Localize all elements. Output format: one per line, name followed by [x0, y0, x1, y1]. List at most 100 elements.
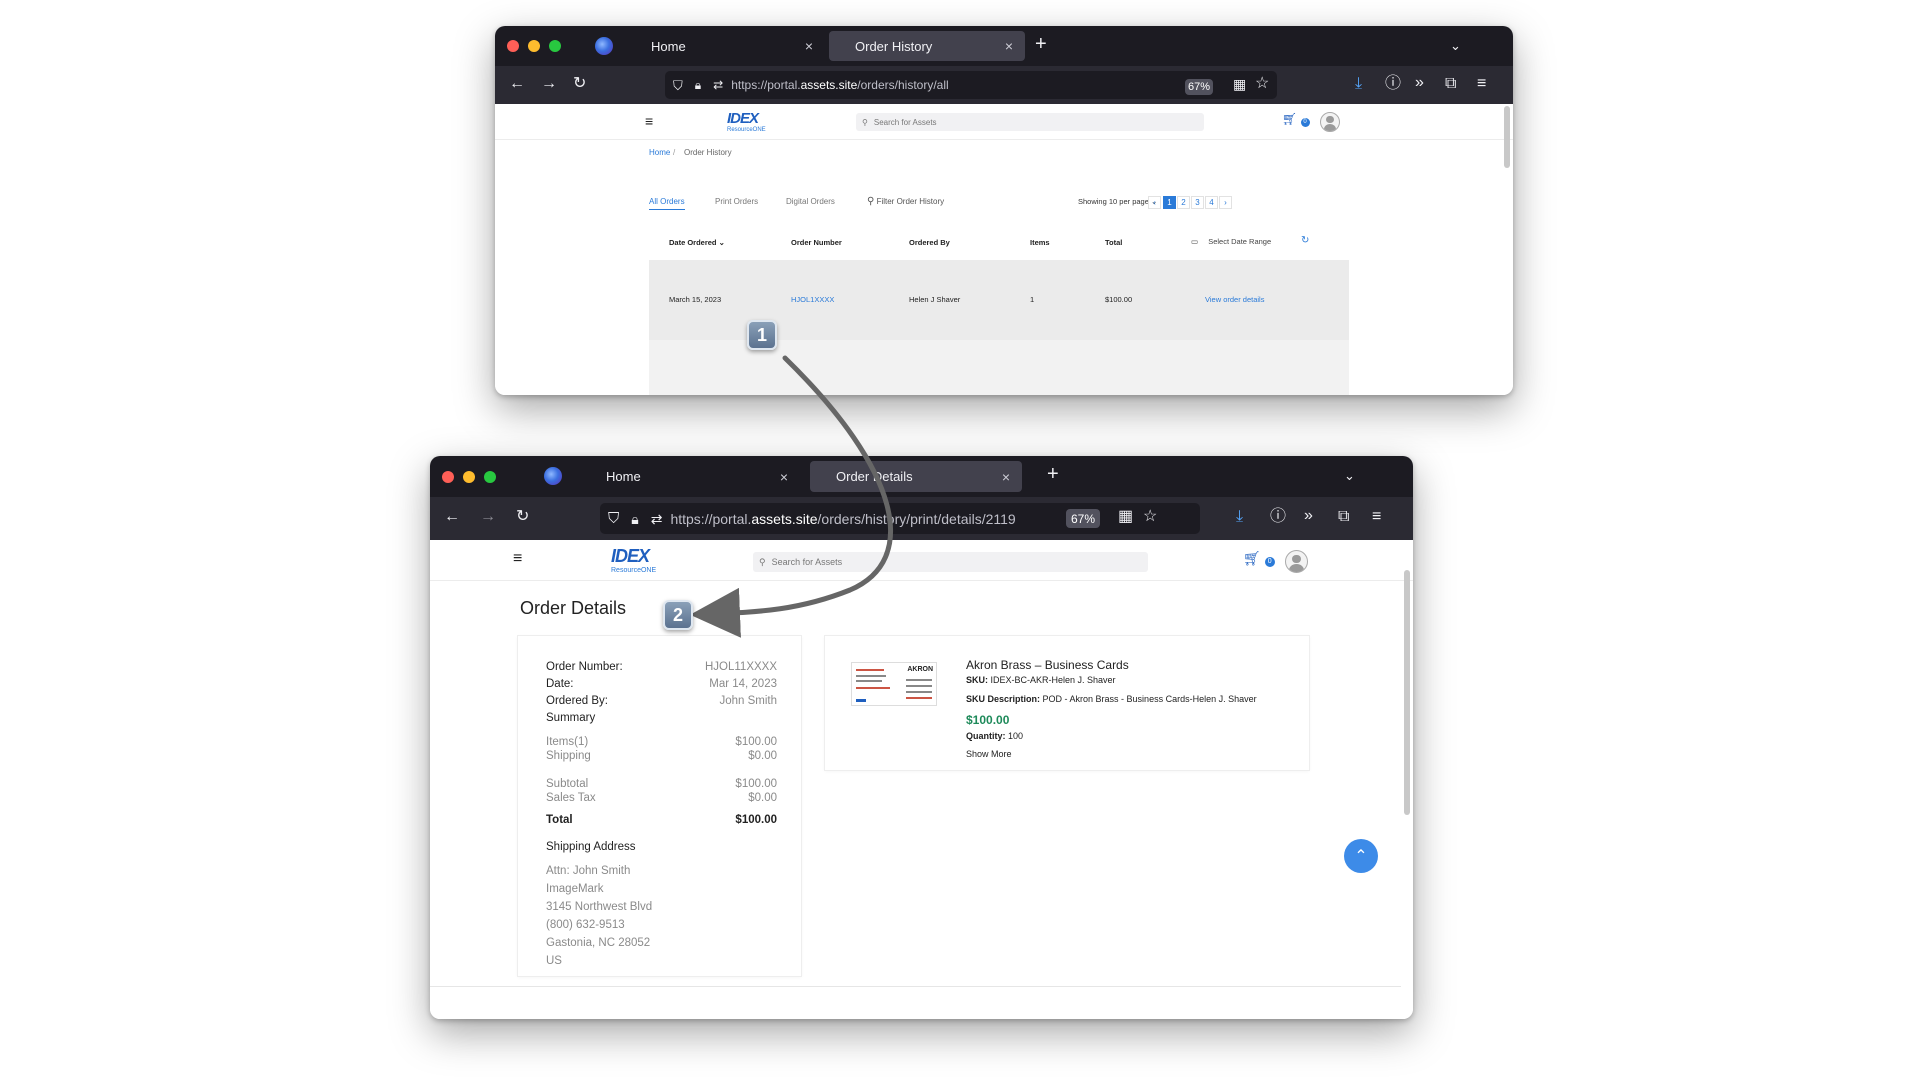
list-tabs-icon[interactable]: ⌄ [1450, 38, 1461, 54]
view-order-details-link[interactable]: View order details [1205, 295, 1264, 304]
page-button[interactable]: 3 [1191, 196, 1204, 209]
cart-button[interactable]: 🛒︎ 0 [1243, 550, 1275, 567]
close-tab-icon[interactable]: × [1002, 469, 1010, 485]
tab-label: Order Details [836, 469, 913, 484]
cell-total: $100.00 [1105, 295, 1133, 304]
site-logo[interactable]: IDEX ResourceONE [727, 110, 766, 133]
filter-label: Filter Order History [876, 197, 945, 206]
more-tools-icon[interactable]: » [1304, 508, 1313, 524]
calendar-icon: ▭ [1191, 237, 1199, 246]
menu-icon[interactable]: ≡ [1372, 509, 1381, 525]
new-tab-button[interactable]: + [1035, 33, 1047, 56]
total-label: Total [546, 814, 573, 826]
tab-print-orders[interactable]: Print Orders [715, 197, 758, 206]
refresh-icon[interactable]: ↻ [1301, 235, 1309, 246]
hamburger-icon[interactable]: ≡ [645, 113, 653, 129]
logo-text: IDEX [727, 110, 759, 127]
forward-icon[interactable]: → [541, 76, 557, 92]
hamburger-icon[interactable]: ≡ [513, 550, 522, 568]
shield-icon[interactable]: ⛉ [673, 79, 683, 92]
address-bar[interactable]: ⛉ 🔒︎ ⇄ https://portal.assets.site/orders… [600, 503, 1200, 534]
qr-code-icon[interactable]: ▦ [1118, 509, 1133, 525]
new-tab-button[interactable]: + [1047, 463, 1059, 486]
zoom-level[interactable]: 67% [1066, 509, 1100, 528]
product-sku-description: SKU Description: POD - Akron Brass - Bus… [966, 694, 1257, 704]
summary-heading: Summary [546, 712, 596, 724]
close-tab-icon[interactable]: × [780, 469, 788, 485]
column-header-order-number: Order Number [791, 238, 842, 247]
reload-icon[interactable]: ↻ [573, 76, 586, 92]
minimize-window-icon[interactable] [528, 40, 540, 52]
page-button[interactable]: 1 [1163, 196, 1176, 209]
minimize-window-icon[interactable] [463, 470, 475, 483]
back-icon[interactable]: ← [444, 509, 460, 525]
maximize-window-icon[interactable] [549, 40, 561, 52]
password-manager-icon[interactable]: ⓘ [1270, 509, 1286, 525]
tab-digital-orders[interactable]: Digital Orders [786, 197, 835, 206]
step-2-badge: 2 [663, 600, 693, 630]
tab-home[interactable]: Home × [625, 31, 825, 61]
per-page-label: Showing 10 per page [1078, 197, 1149, 206]
next-page-button[interactable]: › [1219, 196, 1232, 209]
tab-all-orders[interactable]: All Orders [649, 197, 685, 210]
shield-icon[interactable]: ⛉ [608, 511, 619, 526]
search-input[interactable]: ⚲ Search for Assets [856, 113, 1204, 131]
list-tabs-icon[interactable]: ⌄ [1344, 468, 1355, 484]
menu-icon[interactable]: ≡ [1477, 76, 1486, 92]
zoom-level[interactable]: 67% [1185, 79, 1213, 95]
column-header-date[interactable]: Date Ordered ⌄ [669, 238, 725, 247]
date-value: Mar 14, 2023 [709, 678, 777, 690]
product-card: AKRON Akron Brass – Business Cards SKU: … [825, 636, 1309, 770]
filter-order-history-input[interactable]: ⚲ Filter Order History [867, 196, 944, 207]
per-page-select[interactable]: Showing 10 per page ⌄ [1078, 197, 1157, 206]
maximize-window-icon[interactable] [484, 470, 496, 483]
cell-order-number-link[interactable]: HJOL1XXXX [791, 295, 834, 304]
qr-code-icon[interactable]: ▦ [1233, 77, 1246, 91]
prev-page-button[interactable]: ‹ [1148, 196, 1161, 209]
date-range-picker[interactable]: ▭ Select Date Range [1191, 237, 1271, 246]
firefox-icon[interactable] [595, 37, 613, 55]
back-icon[interactable]: ← [509, 76, 525, 92]
tab-home[interactable]: Home × [580, 461, 800, 492]
tab-order-details[interactable]: Order Details × [810, 461, 1022, 492]
url-text: https://portal.assets.site/orders/histor… [731, 78, 949, 92]
extensions-icon[interactable]: ⧉ [1445, 76, 1456, 92]
avatar[interactable] [1285, 550, 1308, 573]
reload-icon[interactable]: ↻ [516, 509, 529, 525]
search-icon: ⚲ [759, 556, 766, 567]
avatar[interactable] [1320, 112, 1340, 132]
close-window-icon[interactable] [507, 40, 519, 52]
lock-icon[interactable]: 🔒︎ [695, 79, 701, 91]
cart-button[interactable]: 🛒︎ 0 [1282, 112, 1310, 127]
product-thumbnail[interactable]: AKRON [851, 662, 937, 706]
close-tab-icon[interactable]: × [1005, 38, 1013, 54]
more-tools-icon[interactable]: » [1415, 75, 1424, 91]
scroll-to-top-button[interactable]: ⌃ [1344, 839, 1378, 873]
site-logo[interactable]: IDEX ResourceONE [611, 546, 656, 574]
extensions-icon[interactable]: ⧉ [1338, 509, 1349, 525]
order-summary-card: Order Number: HJOL11XXXX Date: Mar 14, 2… [518, 636, 801, 976]
items-label: Items(1) [546, 736, 589, 748]
date-label: Date: [546, 678, 574, 690]
page-button[interactable]: 2 [1177, 196, 1190, 209]
search-input[interactable]: ⚲ Search for Assets [753, 552, 1148, 572]
show-more-link[interactable]: Show More [966, 749, 1012, 759]
tab-order-history[interactable]: Order History × [829, 31, 1025, 61]
downloads-icon[interactable]: ⤓ [1355, 76, 1362, 92]
scrollbar-thumb[interactable] [1504, 106, 1510, 168]
permissions-icon[interactable]: ⇄ [713, 79, 723, 91]
downloads-icon[interactable]: ⤓ [1236, 509, 1243, 525]
bookmark-star-icon[interactable]: ☆ [1255, 76, 1269, 92]
page-button[interactable]: 4 [1205, 196, 1218, 209]
bookmark-star-icon[interactable]: ☆ [1143, 509, 1157, 525]
close-tab-icon[interactable]: × [805, 38, 813, 54]
lock-icon[interactable]: 🔒︎ [631, 512, 638, 526]
shipping-label: Shipping [546, 750, 591, 762]
forward-icon[interactable]: → [480, 509, 496, 525]
firefox-icon[interactable] [544, 467, 562, 485]
breadcrumb-home[interactable]: Home [649, 148, 670, 157]
close-window-icon[interactable] [442, 470, 454, 483]
password-manager-icon[interactable]: ⓘ [1385, 76, 1401, 92]
permissions-icon[interactable]: ⇄ [651, 512, 663, 526]
scrollbar-thumb[interactable] [1404, 570, 1410, 815]
